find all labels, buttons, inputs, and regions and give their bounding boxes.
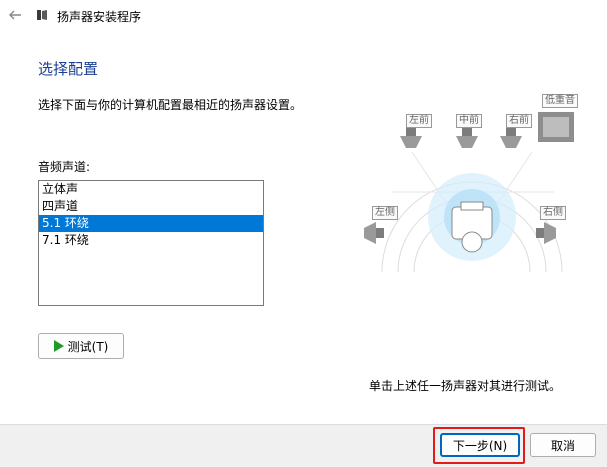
list-item[interactable]: 立体声 — [39, 181, 263, 198]
front-right-label: 右前 — [506, 114, 532, 128]
list-item[interactable]: 7.1 环绕 — [39, 232, 263, 249]
channels-label: 音频声道: — [38, 160, 91, 174]
cancel-button[interactable]: 取消 — [530, 433, 596, 457]
front-right-speaker-icon[interactable] — [496, 128, 526, 152]
title-bar: 扬声器安装程序 — [0, 0, 607, 30]
window-title: 扬声器安装程序 — [57, 10, 142, 24]
front-left-speaker-icon[interactable] — [396, 128, 426, 152]
annotation-highlight-box — [433, 427, 525, 464]
page-description: 选择下面与你的计算机配置最相近的扬声器设置。 — [38, 98, 303, 112]
test-button[interactable]: 测试(T) — [38, 333, 124, 359]
page-heading: 选择配置 — [38, 60, 99, 78]
list-item-selected[interactable]: 5.1 环绕 — [39, 215, 263, 232]
side-right-speaker-icon[interactable] — [536, 218, 558, 248]
center-speaker-icon[interactable] — [452, 128, 482, 152]
speaker-app-icon — [37, 10, 47, 20]
front-left-label: 左前 — [406, 114, 432, 128]
test-button-label: 测试(T) — [67, 339, 109, 354]
subwoofer-label: 低重音 — [542, 94, 578, 108]
side-left-label: 左侧 — [372, 206, 398, 220]
side-left-speaker-icon[interactable] — [362, 218, 384, 248]
play-icon — [53, 340, 64, 352]
back-arrow-icon[interactable] — [8, 8, 22, 22]
test-hint: 单击上述任一扬声器对其进行测试。 — [369, 379, 562, 393]
list-item[interactable]: 四声道 — [39, 198, 263, 215]
subwoofer-icon[interactable] — [536, 110, 576, 144]
channels-listbox[interactable]: 立体声 四声道 5.1 环绕 7.1 环绕 — [38, 180, 264, 306]
side-right-label: 右侧 — [540, 206, 566, 220]
center-label: 中前 — [456, 114, 482, 128]
speaker-diagram: 左前 中前 右前 低重音 左侧 右侧 — [362, 92, 584, 292]
